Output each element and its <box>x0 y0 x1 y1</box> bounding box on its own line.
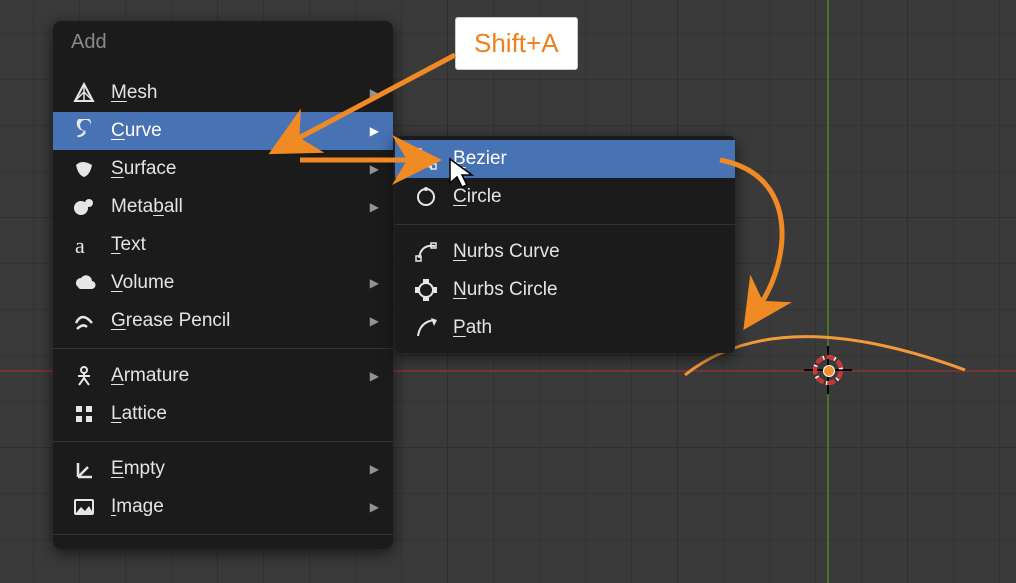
menu-item-label: Nurbs Curve <box>453 241 721 263</box>
menu-item-label: Empty <box>111 458 370 480</box>
volume-icon <box>71 270 97 296</box>
add-menu-title: Add <box>53 21 393 74</box>
menu-item-image[interactable]: Image▶ <box>53 488 393 526</box>
submenu-arrow-icon: ▶ <box>370 86 379 100</box>
3d-cursor <box>808 350 848 390</box>
nurbs-curve-icon <box>413 239 439 265</box>
shortcut-callout: Shift+A <box>455 17 578 70</box>
menu-item-mesh[interactable]: Mesh▶ <box>53 74 393 112</box>
menu-item-label: Metaball <box>111 196 370 218</box>
text-icon <box>71 232 97 258</box>
menu-item-label: Lattice <box>111 403 379 425</box>
submenu-item-nurbs-curve[interactable]: Nurbs Curve <box>395 233 735 271</box>
menu-item-label: Armature <box>111 365 370 387</box>
menu-item-label: Grease Pencil <box>111 310 370 332</box>
menu-item-label: Mesh <box>111 82 370 104</box>
menu-item-label: Path <box>453 317 721 339</box>
submenu-arrow-icon: ▶ <box>370 276 379 290</box>
path-icon <box>413 315 439 341</box>
menu-item-label: Curve <box>111 120 370 142</box>
submenu-arrow-icon: ▶ <box>370 124 379 138</box>
menu-item-label: Text <box>111 234 379 256</box>
mesh-icon <box>71 80 97 106</box>
submenu-item-circle[interactable]: Circle <box>395 178 735 216</box>
submenu-item-path[interactable]: Path <box>395 309 735 347</box>
curve-icon <box>71 118 97 144</box>
menu-item-armature[interactable]: Armature▶ <box>53 357 393 395</box>
menu-item-label: Circle <box>453 186 721 208</box>
menu-separator <box>53 534 393 535</box>
submenu-arrow-icon: ▶ <box>370 462 379 476</box>
menu-separator <box>53 441 393 442</box>
circle-icon <box>413 184 439 210</box>
image-icon <box>71 494 97 520</box>
submenu-arrow-icon: ▶ <box>370 162 379 176</box>
curve-submenu: Bezier Circle Nurbs Curve Nurbs Circle Path <box>395 136 735 353</box>
menu-item-empty[interactable]: Empty▶ <box>53 450 393 488</box>
menu-item-lattice[interactable]: Lattice <box>53 395 393 433</box>
submenu-separator <box>395 224 735 225</box>
add-menu: Add Mesh▶Curve▶Surface▶Metaball▶TextVolu… <box>53 21 393 549</box>
submenu-item-nurbs-circle[interactable]: Nurbs Circle <box>395 271 735 309</box>
metaball-icon <box>71 194 97 220</box>
axis-y <box>827 0 829 583</box>
menu-item-text[interactable]: Text <box>53 226 393 264</box>
lattice-icon <box>71 401 97 427</box>
menu-item-label: Image <box>111 496 370 518</box>
menu-item-volume[interactable]: Volume▶ <box>53 264 393 302</box>
menu-separator <box>53 348 393 349</box>
menu-item-surface[interactable]: Surface▶ <box>53 150 393 188</box>
nurbs-circle-icon <box>413 277 439 303</box>
submenu-arrow-icon: ▶ <box>370 314 379 328</box>
surface-icon <box>71 156 97 182</box>
armature-icon <box>71 363 97 389</box>
empty-icon <box>71 456 97 482</box>
submenu-item-bezier[interactable]: Bezier <box>395 140 735 178</box>
menu-item-curve[interactable]: Curve▶ <box>53 112 393 150</box>
grease-pencil-icon <box>71 308 97 334</box>
bezier-icon <box>413 146 439 172</box>
submenu-arrow-icon: ▶ <box>370 369 379 383</box>
menu-item-label: Surface <box>111 158 370 180</box>
menu-item-label: Volume <box>111 272 370 294</box>
submenu-arrow-icon: ▶ <box>370 200 379 214</box>
menu-item-grease-pencil[interactable]: Grease Pencil▶ <box>53 302 393 340</box>
submenu-arrow-icon: ▶ <box>370 500 379 514</box>
menu-item-label: Nurbs Circle <box>453 279 721 301</box>
menu-item-metaball[interactable]: Metaball▶ <box>53 188 393 226</box>
menu-item-label: Bezier <box>453 148 721 170</box>
